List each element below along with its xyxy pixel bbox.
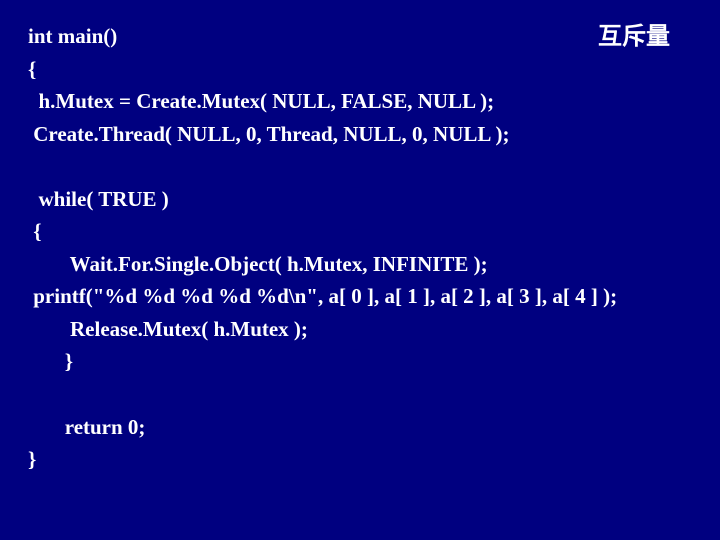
code-block: int main() { h.Mutex = Create.Mutex( NUL… [28,20,708,476]
code-line: int main() [28,24,117,48]
slide-title: 互斥量 [598,16,670,51]
code-line: return 0; [28,415,145,439]
slide: 互斥量 int main() { h.Mutex = Create.Mutex(… [0,0,720,540]
code-line: Create.Thread( NULL, 0, Thread, NULL, 0,… [28,122,509,146]
code-line: { [28,57,36,81]
code-line: Wait.For.Single.Object( h.Mutex, INFINIT… [28,252,488,276]
code-line: Release.Mutex( h.Mutex ); [28,317,308,341]
code-line: h.Mutex = Create.Mutex( NULL, FALSE, NUL… [28,89,494,113]
code-line: } [28,349,73,373]
code-line: while( TRUE ) [28,187,169,211]
code-line: printf("%d %d %d %d %d\n", a[ 0 ], a[ 1 … [28,284,617,308]
code-line: { [28,219,42,243]
code-line: } [28,447,36,471]
